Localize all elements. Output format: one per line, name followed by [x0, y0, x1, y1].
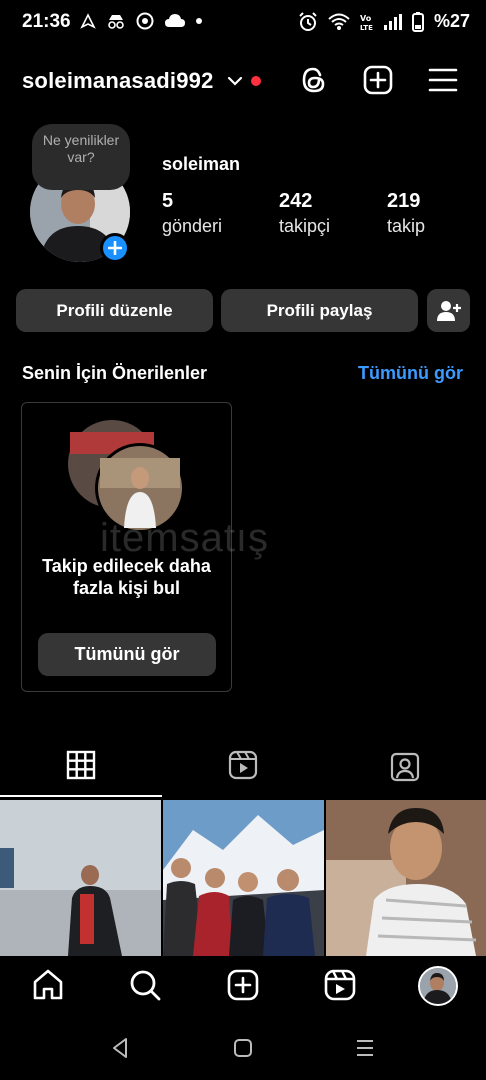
- recents-icon[interactable]: [355, 1039, 375, 1057]
- posts-label: gönderi: [162, 216, 223, 236]
- add-person-icon: [436, 300, 461, 321]
- search-icon[interactable]: [128, 968, 162, 1002]
- tagged-icon[interactable]: [390, 748, 420, 782]
- share-profile-button[interactable]: Profili paylaş: [221, 289, 418, 332]
- following-label[interactable]: takip: [387, 216, 425, 237]
- signal-icon: [383, 13, 402, 30]
- status-time: 21:36: [22, 11, 71, 32]
- followers-count[interactable]: 242: [279, 190, 312, 213]
- home-icon[interactable]: [31, 968, 65, 1002]
- cloud-icon: [165, 14, 185, 27]
- discover-people-button[interactable]: [427, 289, 470, 332]
- post-thumbnail[interactable]: [163, 800, 324, 956]
- volte-icon: VoLTE: [360, 14, 373, 31]
- profile-tab-avatar[interactable]: [418, 966, 458, 1006]
- battery-icon: [411, 11, 424, 32]
- grid-icon[interactable]: [66, 748, 96, 782]
- posts-count: 5: [162, 190, 174, 212]
- wifi-icon: [328, 13, 350, 30]
- post-thumbnail[interactable]: [0, 800, 161, 956]
- threads-icon[interactable]: [298, 64, 330, 96]
- suggestion-card-see-all-button[interactable]: Tümünü gör: [38, 633, 216, 676]
- post-image: [163, 800, 324, 956]
- alarm-icon: [299, 11, 317, 31]
- svg-text:LTE: LTE: [360, 24, 373, 31]
- profile-note-bubble[interactable]: Ne yenilikler var?: [32, 124, 130, 190]
- create-post-icon[interactable]: [362, 64, 394, 96]
- profile-tab-photo: [420, 968, 456, 1004]
- menu-icon[interactable]: [427, 64, 459, 96]
- active-tab-indicator: [0, 795, 162, 797]
- add-story-badge[interactable]: [100, 233, 130, 263]
- svg-text:Vo: Vo: [360, 14, 372, 23]
- back-icon[interactable]: [110, 1037, 130, 1059]
- reels-tab-icon[interactable]: [228, 748, 258, 782]
- navigation-icon: [80, 13, 96, 29]
- following-count[interactable]: 219: [387, 190, 420, 213]
- system-home-icon[interactable]: [233, 1038, 253, 1058]
- edit-profile-button[interactable]: Profili düzenle: [16, 289, 213, 332]
- plus-icon: [108, 241, 122, 255]
- create-icon[interactable]: [226, 968, 260, 1002]
- suggestions-see-all-link[interactable]: Tümünü gör: [358, 363, 463, 384]
- status-right-icons: Vo LTE %27: [298, 11, 470, 32]
- chrome-icon: [136, 12, 154, 30]
- profile-username[interactable]: soleimanasadi992: [22, 68, 214, 94]
- status-bar: 21:36 Vo LTE %27: [0, 0, 486, 44]
- followers-label[interactable]: takipçi: [279, 216, 330, 237]
- post-image: [0, 800, 161, 956]
- reels-icon[interactable]: [323, 968, 357, 1002]
- dot-icon: [196, 18, 202, 24]
- battery-percent: %27: [433, 11, 470, 31]
- chevron-down-icon[interactable]: [226, 72, 244, 90]
- notification-dot: [251, 76, 261, 86]
- suggestions-title: Senin İçin Önerilenler: [22, 363, 208, 383]
- suggestion-card-text: Takip edilecek daha fazla kişi bul: [42, 556, 211, 598]
- status-left-icons: [80, 12, 202, 30]
- incognito-icon: [108, 15, 124, 29]
- post-thumbnail[interactable]: [326, 800, 486, 956]
- post-image: [326, 800, 486, 956]
- display-name: soleiman: [162, 154, 241, 174]
